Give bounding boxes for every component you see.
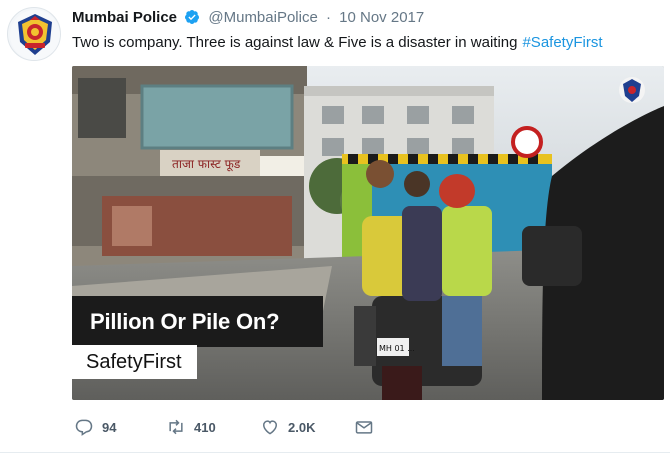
author-handle[interactable]: @MumbaiPolice [208,9,317,26]
tweet-date[interactable]: 10 Nov 2017 [339,9,424,26]
retweet-count: 410 [194,419,216,435]
reply-button[interactable]: 94 [74,416,116,438]
tweet-card[interactable]: Mumbai Police @MumbaiPolice · 10 Nov 201… [0,0,670,453]
police-emblem-icon [10,10,60,60]
media-overlay-title: Pillion Or Pile On? [72,296,323,347]
header-separator: · [325,9,331,26]
heart-icon [262,420,278,435]
retweet-button[interactable]: 410 [166,416,216,438]
reply-icon [75,419,93,436]
envelope-icon [355,421,373,434]
tweet-text: Two is company. Three is against law & F… [72,33,603,52]
like-button[interactable]: 2.0K [260,416,315,438]
reply-count: 94 [102,419,117,435]
shop-sign-text: ताजा फास्ट फूड [172,157,241,172]
retweet-icon [169,419,183,435]
author-avatar[interactable] [7,7,61,61]
tweet-header: Mumbai Police @MumbaiPolice · 10 Nov 201… [72,9,424,27]
media-overlay-hashtag: SafetyFirst [72,345,197,379]
hashtag-link[interactable]: #SafetyFirst [522,34,602,51]
direct-message-button[interactable] [354,416,374,438]
verified-badge-icon [185,10,200,24]
author-name[interactable]: Mumbai Police [72,9,177,26]
number-plate: MH 01 ... [379,344,415,353]
like-count: 2.0K [288,419,316,435]
tweet-body: Two is company. Three is against law & F… [72,34,518,51]
